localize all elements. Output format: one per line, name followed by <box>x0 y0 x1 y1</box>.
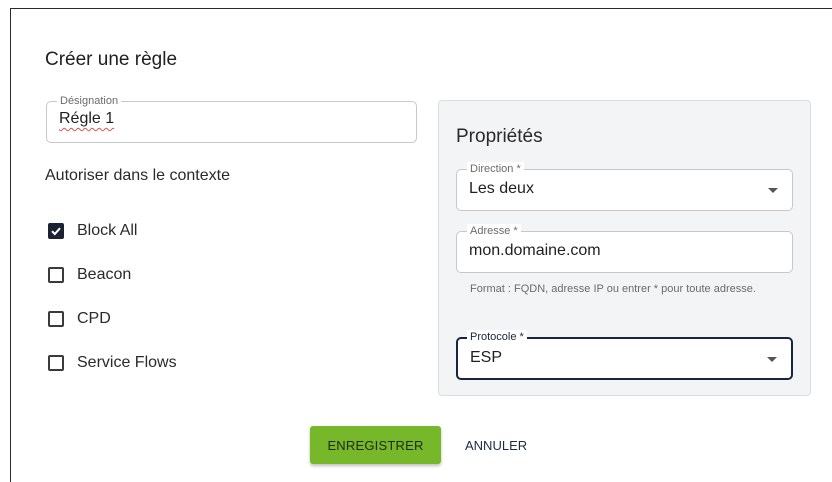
check-icon <box>51 227 61 236</box>
direction-select[interactable]: Direction * Les deux <box>456 162 793 211</box>
checkbox-block-all[interactable] <box>48 223 64 239</box>
checkbox-label: Block All <box>77 222 138 239</box>
checkbox-row-beacon[interactable]: Beacon <box>48 264 131 286</box>
dialog-title: Créer une règle <box>45 49 178 70</box>
checkbox-label: Service Flows <box>77 354 177 371</box>
save-button[interactable]: ENREGISTRER <box>310 426 441 464</box>
adresse-legend: Adresse * <box>467 224 521 238</box>
designation-value[interactable]: Régle 1 <box>59 110 114 128</box>
dropdown-arrow-icon[interactable] <box>768 188 778 193</box>
checkbox-service-flows[interactable] <box>48 355 64 371</box>
cancel-button[interactable]: ANNULER <box>459 426 549 464</box>
adresse-value[interactable]: mon.domaine.com <box>469 242 601 260</box>
checkbox-beacon[interactable] <box>48 267 64 283</box>
designation-legend: Désignation <box>57 94 122 108</box>
checkbox-label: CPD <box>77 310 111 327</box>
checkbox-cpd[interactable] <box>48 311 64 327</box>
protocole-select[interactable]: Protocole * ESP <box>456 330 793 380</box>
dropdown-arrow-icon[interactable] <box>767 356 777 362</box>
protocole-legend: Protocole * <box>467 330 527 344</box>
create-rule-dialog: Créer une règle Désignation Régle 1 Auto… <box>10 8 832 482</box>
designation-field[interactable]: Désignation Régle 1 <box>46 94 417 143</box>
direction-legend: Direction * <box>467 162 524 176</box>
checkbox-row-block-all[interactable]: Block All <box>48 220 137 242</box>
adresse-field[interactable]: Adresse * mon.domaine.com <box>456 224 793 273</box>
adresse-helper-text: Format : FQDN, adresse IP ou entrer * po… <box>470 283 756 295</box>
context-label: Autoriser dans le contexte <box>45 167 230 184</box>
checkbox-label: Beacon <box>77 266 132 283</box>
properties-panel: Propriétés Direction * Les deux Adresse … <box>438 100 811 396</box>
properties-title: Propriétés <box>456 126 543 147</box>
checkbox-row-service-flows[interactable]: Service Flows <box>48 352 177 374</box>
protocole-value: ESP <box>470 349 503 366</box>
checkbox-row-cpd[interactable]: CPD <box>48 308 111 330</box>
direction-value: Les deux <box>469 180 534 197</box>
